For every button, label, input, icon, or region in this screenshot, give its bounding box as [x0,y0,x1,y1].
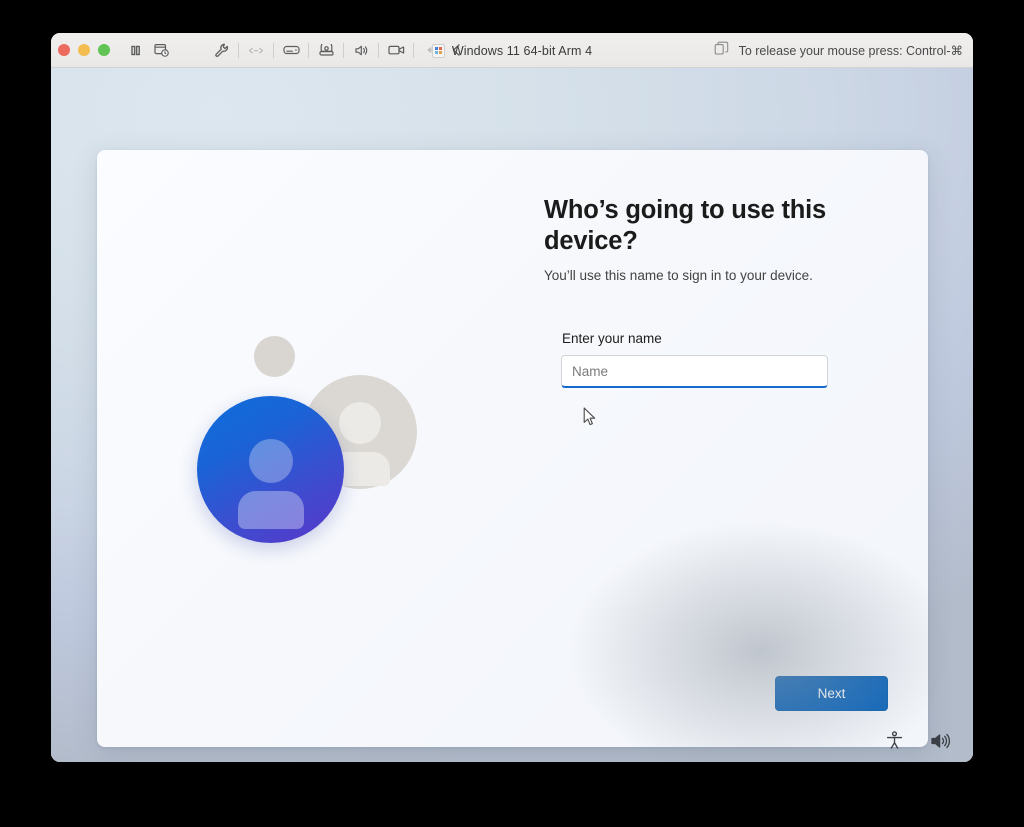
network-icon[interactable] [243,38,269,62]
snapshot-icon[interactable] [148,38,174,62]
back-chevron-icon[interactable] [444,38,470,62]
next-button[interactable]: Next [775,676,888,711]
oobe-tray [885,731,951,750]
toolbar-separator [308,42,309,58]
volume-icon[interactable] [930,732,951,750]
oobe-card: Who’s going to use this device? You’ll u… [97,150,928,747]
toolbar-device-group [208,38,470,62]
vm-desktop: Who’s going to use this device? You’ll u… [51,68,973,762]
sound-icon[interactable] [348,38,374,62]
toolbar-left-group [122,38,174,62]
minimize-button[interactable] [78,44,90,56]
duplicate-icon[interactable] [714,41,729,61]
toolbar-separator [413,42,414,58]
page-subtitle: You’ll use this name to sign in to your … [544,268,813,284]
maximize-button[interactable] [98,44,110,56]
video-icon[interactable] [383,38,409,62]
mouse-release-group: To release your mouse press: Control-⌘ [714,33,963,68]
primary-avatar-head [249,439,293,483]
camera-icon[interactable] [313,38,339,62]
close-button[interactable] [58,44,70,56]
toolbar-separator [273,42,274,58]
small-gray-circle [254,336,295,377]
mouse-cursor [583,407,597,427]
oobe-content: Who’s going to use this device? You’ll u… [544,195,884,389]
name-field-label: Enter your name [562,331,662,347]
vm-window: Windows 11 64-bit Arm 4 To release your … [51,33,973,762]
mouse-release-hint: To release your mouse press: Control-⌘ [738,44,963,58]
usb-icon[interactable] [418,38,444,62]
pause-icon[interactable] [122,38,148,62]
toolbar-separator [343,42,344,58]
toolbar-separator [238,42,239,58]
window-title: Windows 11 64-bit Arm 4 [451,43,593,58]
harddisk-icon[interactable] [278,38,304,62]
page-title: Who’s going to use this device? [544,196,827,255]
secondary-avatar-head [339,402,381,444]
wrench-icon[interactable] [208,38,234,62]
primary-avatar-body [238,491,304,529]
name-input-placeholder: Name [572,363,609,379]
accessibility-icon[interactable] [885,731,904,750]
toolbar-separator [378,42,379,58]
name-input[interactable]: Name [561,355,828,389]
window-titlebar: Windows 11 64-bit Arm 4 To release your … [51,33,973,68]
traffic-light-group [58,44,110,56]
user-avatars-illustration [197,335,457,585]
